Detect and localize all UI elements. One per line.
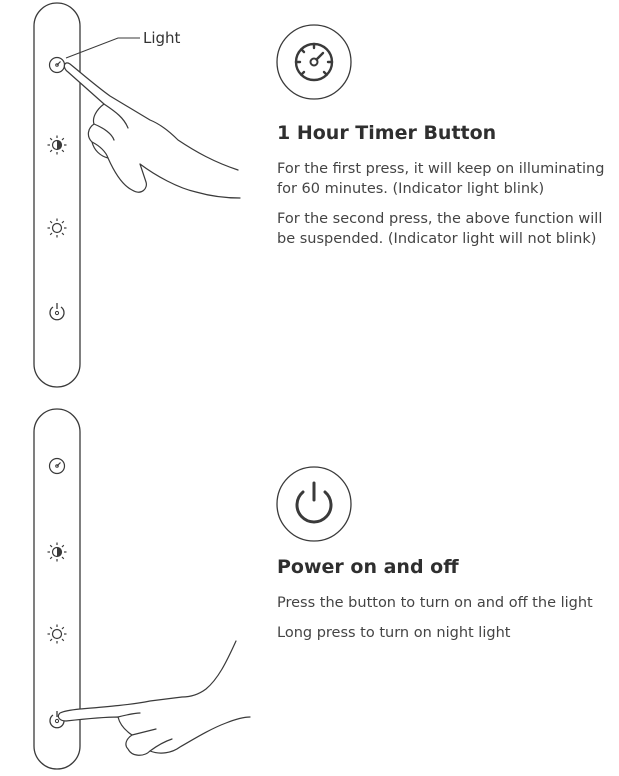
timer-title: 1 Hour Timer Button: [277, 122, 497, 144]
power-section: Power on and off Press the button to tur…: [0, 395, 619, 776]
power-description: Power on and off Press the button to tur…: [277, 555, 617, 653]
pointing-hand-icon: [63, 62, 241, 199]
pointing-hand-icon: [57, 640, 251, 756]
timer-icon[interactable]: [48, 56, 66, 74]
sun-icon[interactable]: [47, 218, 67, 238]
timer-paragraph-2: For the second press, the above function…: [277, 211, 603, 247]
timer-description: 1 Hour Timer Button For the first press,…: [277, 121, 617, 259]
sun-icon[interactable]: [47, 624, 67, 644]
power-paragraph-2: Long press to turn on night light: [277, 625, 511, 641]
callout-leader: [65, 37, 140, 59]
power-large-icon: [276, 466, 352, 542]
timer-section: Light 1 Hour Timer Button For the first …: [0, 0, 619, 395]
power-paragraph-1: Press the button to turn on and off the …: [277, 595, 593, 611]
power-icon[interactable]: [49, 303, 65, 321]
timer-icon[interactable]: [48, 457, 66, 475]
callout-label-light: Light: [143, 29, 181, 47]
control-panel: [33, 2, 81, 388]
brightness-half-icon[interactable]: [47, 135, 67, 155]
brightness-half-icon[interactable]: [47, 542, 67, 562]
timer-paragraph-1: For the first press, it will keep on ill…: [277, 161, 605, 197]
timer-large-icon: [276, 24, 352, 100]
power-title: Power on and off: [277, 556, 459, 578]
